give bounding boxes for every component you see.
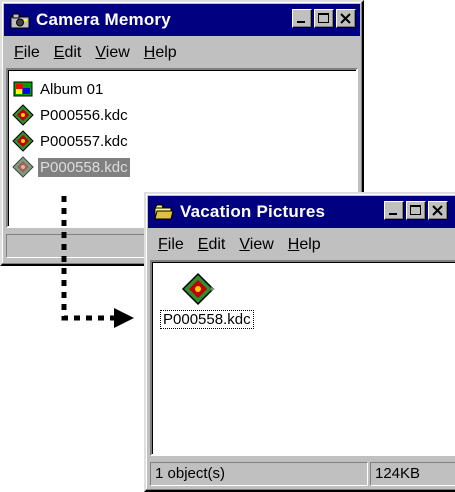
close-button[interactable] [336,9,356,28]
close-button[interactable] [428,201,448,220]
camera-icon [10,11,30,29]
menu-bar: File Edit View Help [6,40,358,66]
item-label: P000556.kdc [40,106,128,124]
album-icon [12,78,34,100]
menu-view[interactable]: View [239,236,273,254]
close-icon [340,13,351,24]
menu-edit[interactable]: Edit [54,44,82,62]
dropped-file-item[interactable]: P000558.kdc [160,272,254,329]
list-item-file[interactable]: P000557.kdc [12,130,130,152]
folder-icon [154,203,174,221]
kdc-image-icon [181,272,215,306]
menu-bar: File Edit View Help [150,232,455,258]
menu-file[interactable]: File [14,44,40,62]
window-title: Camera Memory [36,10,171,29]
list-item-file-selected[interactable]: P000558.kdc [12,156,130,178]
minimize-icon [297,21,305,23]
maximize-icon [410,205,421,215]
vacation-pictures-window: Vacation Pictures File Edit View Help P0… [144,192,455,492]
menu-help[interactable]: Help [144,44,177,62]
minimize-icon [389,213,397,215]
item-label: P000558.kdc [160,310,254,329]
close-icon [432,205,443,216]
maximize-button[interactable] [314,9,334,28]
maximize-icon [318,13,329,23]
window-title: Vacation Pictures [180,202,326,221]
status-size: 124KB [370,462,455,486]
menu-edit[interactable]: Edit [198,236,226,254]
item-label: P000557.kdc [40,132,128,150]
item-label: Album 01 [40,80,104,98]
menu-view[interactable]: View [95,44,129,62]
kdc-image-icon [12,156,34,178]
folder-content-pane: P000558.kdc [150,260,455,456]
menu-file[interactable]: File [158,236,184,254]
minimize-button[interactable] [292,9,312,28]
maximize-button[interactable] [406,201,426,220]
list-item-file[interactable]: P000556.kdc [12,104,130,126]
menu-help[interactable]: Help [288,236,321,254]
drag-arrowhead [114,308,134,328]
status-bar: 1 object(s) 124KB [150,462,455,486]
kdc-image-icon [12,104,34,126]
camera-memory-titlebar[interactable]: Camera Memory [4,4,360,36]
minimize-button[interactable] [384,201,404,220]
item-label: P000558.kdc [38,157,130,177]
vacation-pictures-titlebar[interactable]: Vacation Pictures [148,196,455,228]
kdc-image-icon [12,130,34,152]
list-item-album[interactable]: Album 01 [12,78,105,100]
status-object-count: 1 object(s) [150,462,368,486]
